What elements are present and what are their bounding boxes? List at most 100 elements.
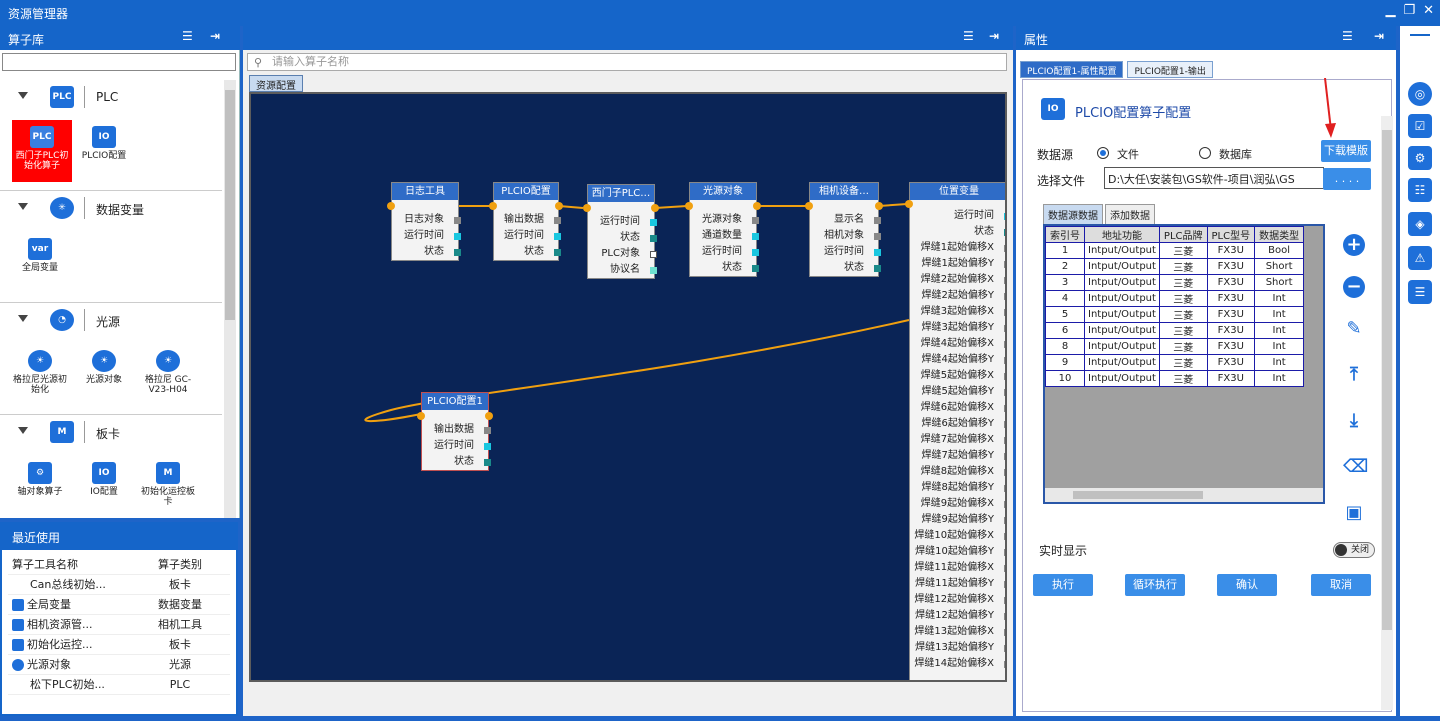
grid-cell[interactable]: FX3U xyxy=(1206,242,1256,259)
grid-cell[interactable]: 三菱 xyxy=(1158,370,1208,387)
table-row[interactable]: 6 Intput/Output 三菱 FX3U Int xyxy=(1045,322,1305,339)
radio-file[interactable] xyxy=(1097,147,1109,159)
tree-icon[interactable]: ☰ xyxy=(1408,280,1432,304)
grid-cell[interactable]: 9 xyxy=(1045,354,1085,371)
port[interactable] xyxy=(1004,357,1005,364)
collapse-icon[interactable] xyxy=(18,92,28,99)
port[interactable] xyxy=(1004,421,1005,428)
category-header[interactable]: ✳ 数据变量 xyxy=(0,191,222,225)
grid-cell[interactable]: FX3U xyxy=(1206,306,1256,323)
port[interactable] xyxy=(752,249,759,256)
cancel-button[interactable]: 取消 xyxy=(1311,574,1371,596)
table-row[interactable]: Can总线初始... 板卡 xyxy=(8,574,230,595)
port[interactable] xyxy=(752,217,759,224)
minimize-icon[interactable]: ▁ xyxy=(1385,3,1395,18)
column-header[interactable]: PLC型号 xyxy=(1206,226,1256,243)
port[interactable] xyxy=(1004,645,1005,652)
grid-cell[interactable]: Int xyxy=(1254,322,1305,339)
download-template-button[interactable]: 下载模版 xyxy=(1321,140,1371,162)
node-pin[interactable] xyxy=(555,202,563,210)
pin-icon[interactable]: ⇥ xyxy=(1374,29,1384,43)
category-header[interactable]: PLC PLC xyxy=(0,80,222,114)
grid-cell[interactable]: FX3U xyxy=(1206,290,1256,307)
tab-add-data[interactable]: 添加数据 xyxy=(1105,204,1155,225)
port[interactable] xyxy=(1004,245,1005,252)
port[interactable] xyxy=(1004,581,1005,588)
radio-database[interactable] xyxy=(1199,147,1211,159)
grid-cell[interactable]: FX3U xyxy=(1206,322,1256,339)
table-row[interactable]: 松下PLC初始... PLC xyxy=(8,674,230,695)
grid-cell[interactable]: 三菱 xyxy=(1158,306,1208,323)
confirm-button[interactable]: 确认 xyxy=(1217,574,1277,596)
port[interactable] xyxy=(1004,229,1005,236)
grid-cell[interactable]: 三菱 xyxy=(1158,338,1208,355)
operator-light-gc[interactable]: ☀ 格拉尼 GC-V23-H04 xyxy=(138,350,198,395)
node-pin[interactable] xyxy=(417,412,425,420)
collapse-icon[interactable] xyxy=(18,203,28,210)
grid-cell[interactable]: Intput/Output xyxy=(1084,354,1160,371)
grid-cell[interactable]: 10 xyxy=(1045,370,1085,387)
node-position-variable[interactable]: 位置变量 运行时间 状态 焊缝1起始偏移X 焊缝1起始偏移Y 焊缝2起始偏移X 焊缝2起始… xyxy=(909,182,1005,680)
flow-canvas[interactable]: 日志工具 日志对象 运行时间 状态 PLCIO配置 输出数据 运行时间 状态 西… xyxy=(249,92,1007,682)
grid-cell[interactable]: Intput/Output xyxy=(1084,242,1160,259)
edit-icon[interactable]: ✎ xyxy=(1343,318,1365,340)
table-row[interactable]: 相机资源管... 相机工具 xyxy=(8,614,230,635)
grid-cell[interactable]: 8 xyxy=(1045,338,1085,355)
collapse-icon[interactable] xyxy=(18,427,28,434)
grid-cell[interactable]: Int xyxy=(1254,290,1305,307)
move-bottom-icon[interactable]: ⤓ xyxy=(1343,410,1365,432)
port[interactable] xyxy=(650,251,657,258)
node-camera-device[interactable]: 相机设备… 显示名 相机对象 运行时间 状态 xyxy=(809,182,881,277)
port[interactable] xyxy=(1004,405,1005,412)
collapse-icon[interactable] xyxy=(18,315,28,322)
port[interactable] xyxy=(1004,453,1005,460)
port[interactable] xyxy=(1004,485,1005,492)
node-pin[interactable] xyxy=(685,202,693,210)
port[interactable] xyxy=(1004,437,1005,444)
table-row[interactable]: 光源对象 光源 xyxy=(8,654,230,675)
port[interactable] xyxy=(874,233,881,240)
menu-icon[interactable]: ☰ xyxy=(182,29,193,43)
grid-cell[interactable]: FX3U xyxy=(1206,370,1256,387)
checklist-icon[interactable]: ☑ xyxy=(1408,114,1432,138)
node-light-object[interactable]: 光源对象 光源对象 通道数量 运行时间 状态 xyxy=(689,182,759,277)
tab-property-config[interactable]: PLCIO配置1-属性配置 xyxy=(1020,61,1124,78)
tab-output[interactable]: PLCIO配置1-输出 xyxy=(1127,61,1213,78)
column-header[interactable]: 索引号 xyxy=(1045,226,1085,243)
port[interactable] xyxy=(1004,213,1005,220)
tab-datasource-data[interactable]: 数据源数据 xyxy=(1043,204,1103,225)
category-header[interactable]: M 板卡 xyxy=(0,415,222,449)
settings-icon[interactable]: ⚙ xyxy=(1408,146,1432,170)
port[interactable] xyxy=(1004,277,1005,284)
grid-cell[interactable]: 3 xyxy=(1045,274,1085,291)
port[interactable] xyxy=(1004,389,1005,396)
node-plcio-config[interactable]: PLCIO配置 输出数据 运行时间 状态 xyxy=(493,182,561,261)
port[interactable] xyxy=(454,217,461,224)
grid-cell[interactable]: Int xyxy=(1254,370,1305,387)
port[interactable] xyxy=(650,267,657,274)
port[interactable] xyxy=(454,233,461,240)
grid-cell[interactable]: Intput/Output xyxy=(1084,306,1160,323)
node-siemens-plc[interactable]: 西门子PLC… 运行时间 状态 PLC对象 协议名 xyxy=(587,184,657,279)
warning-icon[interactable]: ⚠ xyxy=(1408,246,1432,270)
column-header[interactable]: PLC品牌 xyxy=(1158,226,1208,243)
tab-resource-config[interactable]: 资源配置 xyxy=(249,75,303,92)
table-row[interactable]: 4 Intput/Output 三菱 FX3U Int xyxy=(1045,290,1305,307)
node-plcio-config-1[interactable]: PLCIO配置1 输出数据 运行时间 状态 xyxy=(421,392,491,471)
port[interactable] xyxy=(1004,597,1005,604)
port[interactable] xyxy=(650,235,657,242)
port[interactable] xyxy=(1004,469,1005,476)
operator-io-config[interactable]: IO IO配置 xyxy=(74,462,134,497)
table-row[interactable]: 8 Intput/Output 三菱 FX3U Int xyxy=(1045,338,1305,355)
browse-button[interactable]: . . . . xyxy=(1323,168,1371,190)
grid-cell[interactable]: Intput/Output xyxy=(1084,290,1160,307)
table-row[interactable]: 2 Intput/Output 三菱 FX3U Short xyxy=(1045,258,1305,275)
execute-button[interactable]: 执行 xyxy=(1033,574,1093,596)
menu-icon[interactable]: ☰ xyxy=(1342,29,1353,43)
data-grid[interactable]: 索引号 地址功能 PLC品牌 PLC型号 数据类型 1 Intput/Output… xyxy=(1043,224,1325,504)
port[interactable] xyxy=(554,217,561,224)
table-row[interactable]: 3 Intput/Output 三菱 FX3U Short xyxy=(1045,274,1305,291)
port[interactable] xyxy=(874,249,881,256)
port[interactable] xyxy=(554,233,561,240)
operator-search-input[interactable] xyxy=(2,53,236,71)
